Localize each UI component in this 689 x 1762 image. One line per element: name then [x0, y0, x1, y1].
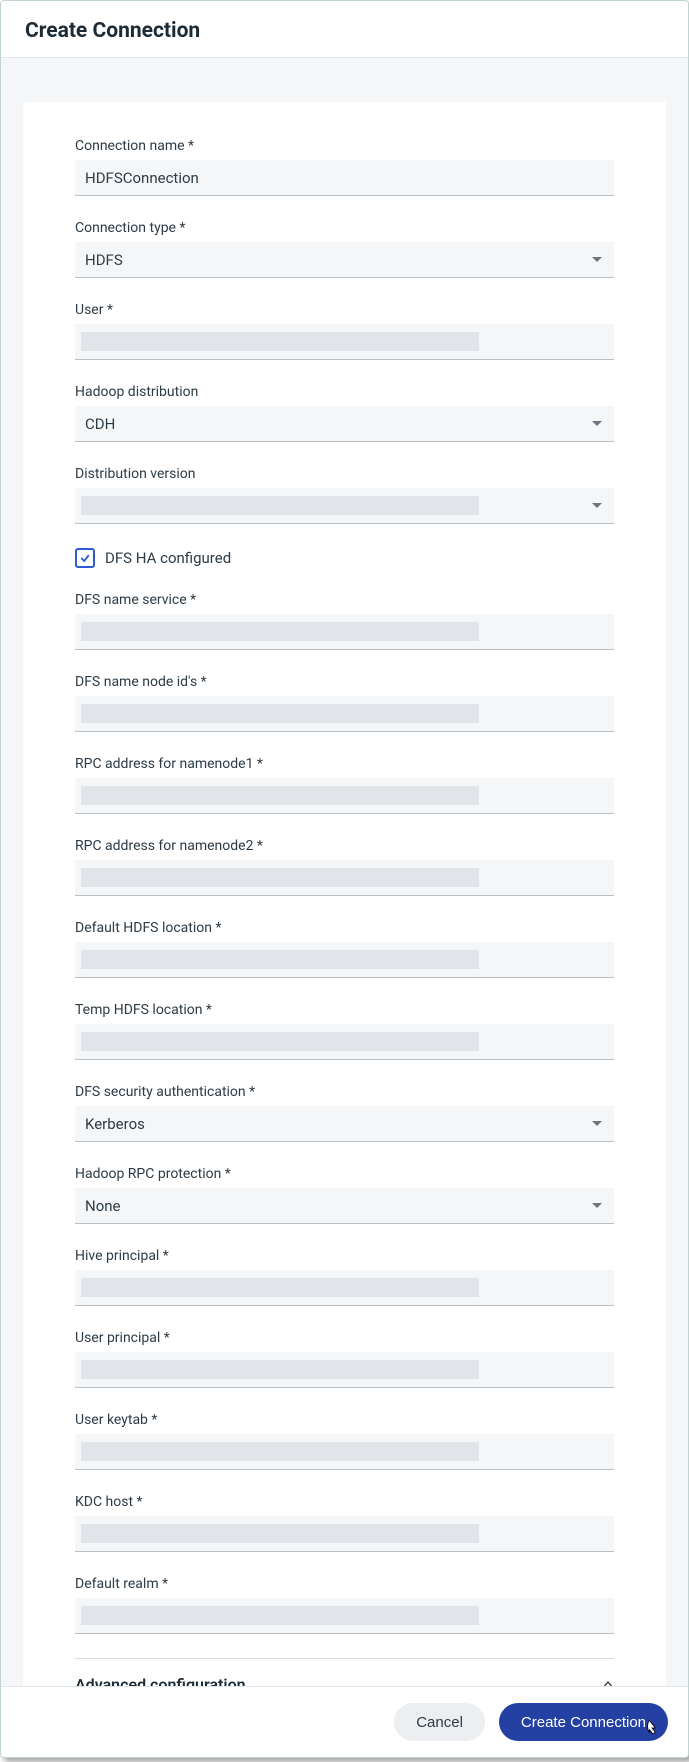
input-dfs-name-node-ids[interactable]: [75, 696, 614, 732]
value-hadoop-rpc-protection: None: [85, 1197, 121, 1215]
label-hadoop-distribution: Hadoop distribution: [75, 384, 614, 400]
value-connection-type: HDFS: [85, 251, 123, 269]
field-kdc-host: KDC host *: [75, 1494, 614, 1552]
field-connection-type: Connection type * HDFS: [75, 220, 614, 278]
input-kdc-host[interactable]: [75, 1516, 614, 1552]
select-connection-type[interactable]: HDFS: [75, 242, 614, 278]
label-dfs-security-auth: DFS security authentication *: [75, 1084, 614, 1100]
advanced-section-header[interactable]: Advanced configuration: [75, 1659, 614, 1686]
form-card: Connection name * HDFSConnection Connect…: [23, 102, 666, 1686]
input-user[interactable]: [75, 324, 614, 360]
create-connection-dialog: Create Connection Connection name * HDFS…: [0, 0, 689, 1758]
select-hadoop-distribution[interactable]: CDH: [75, 406, 614, 442]
label-default-hdfs-location: Default HDFS location *: [75, 920, 614, 936]
caret-down-icon: [592, 421, 602, 426]
field-hadoop-distribution: Hadoop distribution CDH: [75, 384, 614, 442]
label-kdc-host: KDC host *: [75, 1494, 614, 1510]
field-user: User *: [75, 302, 614, 360]
input-connection-name[interactable]: HDFSConnection: [75, 160, 614, 196]
input-user-principal[interactable]: [75, 1352, 614, 1388]
value-dfs-security-auth: Kerberos: [85, 1115, 145, 1133]
dialog-body: Connection name * HDFSConnection Connect…: [1, 58, 688, 1686]
field-user-principal: User principal *: [75, 1330, 614, 1388]
dialog-footer: Cancel Create Connection: [1, 1686, 688, 1757]
input-default-realm[interactable]: [75, 1598, 614, 1634]
caret-down-icon: [592, 1121, 602, 1126]
checkbox-dfs-ha[interactable]: [75, 548, 95, 568]
label-rpc-namenode1: RPC address for namenode1 *: [75, 756, 614, 772]
caret-down-icon: [592, 1203, 602, 1208]
checkbox-row-dfs-ha[interactable]: DFS HA configured: [75, 548, 614, 568]
input-dfs-name-service[interactable]: [75, 614, 614, 650]
label-rpc-namenode2: RPC address for namenode2 *: [75, 838, 614, 854]
label-default-realm: Default realm *: [75, 1576, 614, 1592]
input-temp-hdfs-location[interactable]: [75, 1024, 614, 1060]
field-dfs-name-service: DFS name service *: [75, 592, 614, 650]
field-hadoop-rpc-protection: Hadoop RPC protection * None: [75, 1166, 614, 1224]
label-hive-principal: Hive principal *: [75, 1248, 614, 1264]
label-connection-name: Connection name *: [75, 138, 614, 154]
value-connection-name: HDFSConnection: [85, 169, 199, 187]
input-default-hdfs-location[interactable]: [75, 942, 614, 978]
field-default-realm: Default realm *: [75, 1576, 614, 1634]
input-user-keytab[interactable]: [75, 1434, 614, 1470]
field-rpc-namenode2: RPC address for namenode2 *: [75, 838, 614, 896]
select-distribution-version[interactable]: [75, 488, 614, 524]
caret-down-icon: [592, 503, 602, 508]
field-dfs-security-auth: DFS security authentication * Kerberos: [75, 1084, 614, 1142]
label-dfs-ha: DFS HA configured: [105, 549, 231, 567]
field-distribution-version: Distribution version: [75, 466, 614, 524]
field-user-keytab: User keytab *: [75, 1412, 614, 1470]
field-temp-hdfs-location: Temp HDFS location *: [75, 1002, 614, 1060]
cancel-button[interactable]: Cancel: [394, 1703, 485, 1741]
label-distribution-version: Distribution version: [75, 466, 614, 482]
field-default-hdfs-location: Default HDFS location *: [75, 920, 614, 978]
caret-down-icon: [592, 257, 602, 262]
input-rpc-namenode1[interactable]: [75, 778, 614, 814]
dialog-header: Create Connection: [1, 1, 688, 58]
label-user-keytab: User keytab *: [75, 1412, 614, 1428]
label-connection-type: Connection type *: [75, 220, 614, 236]
field-rpc-namenode1: RPC address for namenode1 *: [75, 756, 614, 814]
field-dfs-name-node-ids: DFS name node id's *: [75, 674, 614, 732]
label-dfs-name-node-ids: DFS name node id's *: [75, 674, 614, 690]
field-hive-principal: Hive principal *: [75, 1248, 614, 1306]
label-temp-hdfs-location: Temp HDFS location *: [75, 1002, 614, 1018]
advanced-section-title: Advanced configuration: [75, 1675, 246, 1686]
create-connection-label: Create Connection: [521, 1714, 646, 1731]
create-connection-button[interactable]: Create Connection: [499, 1703, 668, 1741]
label-dfs-name-service: DFS name service *: [75, 592, 614, 608]
select-dfs-security-auth[interactable]: Kerberos: [75, 1106, 614, 1142]
select-hadoop-rpc-protection[interactable]: None: [75, 1188, 614, 1224]
input-hive-principal[interactable]: [75, 1270, 614, 1306]
input-rpc-namenode2[interactable]: [75, 860, 614, 896]
field-connection-name: Connection name * HDFSConnection: [75, 138, 614, 196]
label-hadoop-rpc-protection: Hadoop RPC protection *: [75, 1166, 614, 1182]
dialog-title: Create Connection: [25, 19, 664, 43]
checkmark-icon: [79, 552, 91, 564]
value-hadoop-distribution: CDH: [85, 415, 115, 433]
label-user-principal: User principal *: [75, 1330, 614, 1346]
label-user: User *: [75, 302, 614, 318]
